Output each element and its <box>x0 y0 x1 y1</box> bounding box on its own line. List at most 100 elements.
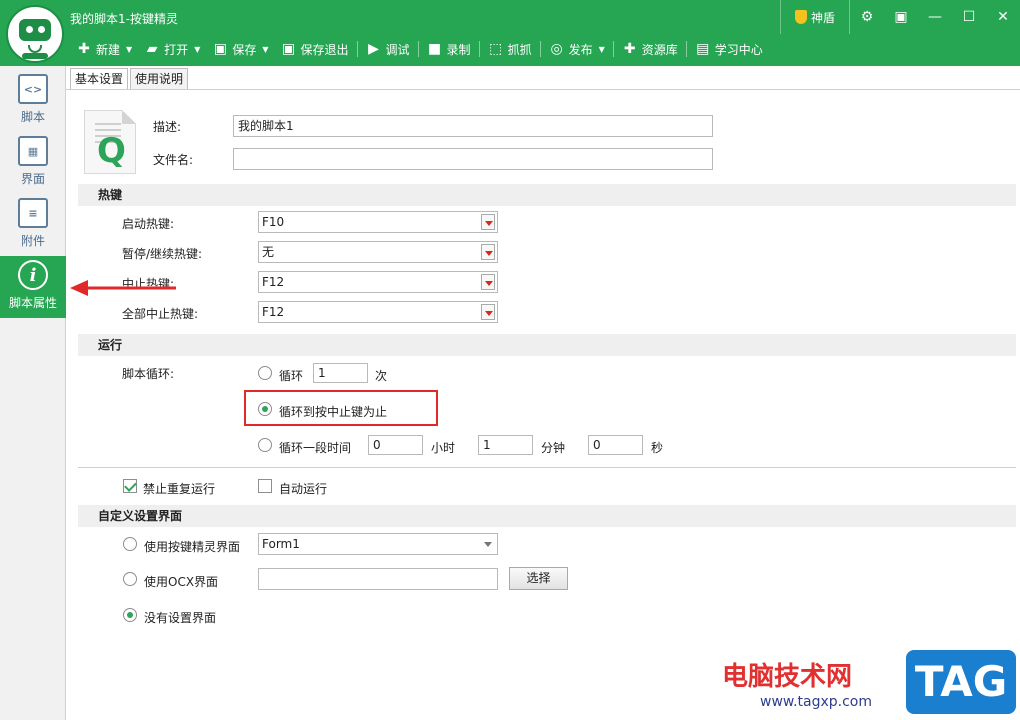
minutes-unit: 分钟 <box>541 441 566 455</box>
capture-label: 抓抓 <box>507 42 532 57</box>
tab-usage[interactable]: 使用说明 <box>130 68 189 90</box>
pause-hotkey-select[interactable]: 无 <box>258 241 498 263</box>
sidebar-item-label: 脚本 <box>20 110 45 124</box>
desc-input[interactable]: 我的脚本1 <box>233 115 713 137</box>
loop-duration-radio[interactable] <box>258 438 272 452</box>
app-logo <box>6 5 64 63</box>
minimize-icon[interactable]: — <box>918 0 952 34</box>
play-icon: ▶ <box>368 41 379 57</box>
toolbar-separator <box>356 41 358 57</box>
builtin-ui-label: 使用按键精灵界面 <box>144 540 241 554</box>
toolbar-separator <box>685 41 687 57</box>
info-icon: i <box>18 260 48 290</box>
dropdown-arrow-icon[interactable] <box>481 536 495 552</box>
resources-button[interactable]: ✚ 资源库 <box>616 38 684 60</box>
watermark-site: 电脑技术网 <box>722 662 853 692</box>
left-sidebar: <> 脚本 ▦ 界面 ≡ 附件 i 脚本属性 <box>0 66 66 720</box>
learning-label: 学习中心 <box>714 42 763 57</box>
watermark-badge: TAG <box>906 650 1016 714</box>
ocx-ui-label: 使用OCX界面 <box>144 575 219 589</box>
no-repeat-checkbox[interactable] <box>123 479 137 493</box>
ocx-ui-radio[interactable] <box>123 572 137 586</box>
dropdown-arrow-icon[interactable] <box>481 274 495 290</box>
no-ui-label: 没有设置界面 <box>144 611 217 625</box>
section-custom-ui: 自定义设置界面 <box>78 505 1016 527</box>
tab-bar: 基本设置 使用说明 <box>70 68 190 90</box>
loop-opt-label: 循环 <box>279 369 304 383</box>
sidebar-item-label: 界面 <box>20 172 45 186</box>
start-hotkey-select[interactable]: F10 <box>258 211 498 233</box>
new-button[interactable]: ✚ 新建 ▼ <box>70 38 138 60</box>
hours-input[interactable]: 0 <box>368 435 423 455</box>
dropdown-arrow-icon[interactable] <box>481 304 495 320</box>
camera-icon: ■ <box>427 41 442 57</box>
chevron-down-icon: ▼ <box>126 44 133 54</box>
close-icon[interactable]: ✕ <box>986 0 1020 34</box>
new-label: 新建 <box>96 42 121 57</box>
filename-input[interactable] <box>233 148 713 170</box>
save-exit-button[interactable]: ▣ 保存退出 <box>275 38 355 60</box>
publish-label: 发布 <box>568 42 593 57</box>
maximize-icon[interactable]: ☐ <box>952 0 986 34</box>
duration-label: 循环一段时间 <box>279 441 352 455</box>
title-bar: 我的脚本1-按键精灵 神盾 ⚙ ▣ — ☐ ✕ ✚ 新建 ▼ ▰ 打开 ▼ ▣ 保存 ▼ ▣… <box>0 0 1020 66</box>
save-label: 保存 <box>232 42 257 57</box>
stop-all-hotkey-label: 全部中止热键: <box>122 307 199 321</box>
save-exit-label: 保存退出 <box>300 42 349 57</box>
tab-divider <box>66 89 1020 90</box>
minutes-input[interactable]: 1 <box>478 435 533 455</box>
learning-button[interactable]: ▤ 学习中心 <box>689 38 769 60</box>
sidebar-item-layout[interactable]: ▦ 界面 <box>0 132 66 194</box>
dropdown-arrow-icon[interactable] <box>481 244 495 260</box>
auto-run-checkbox[interactable] <box>258 479 272 493</box>
plus-icon: ✚ <box>78 41 90 57</box>
sidebar-item-script[interactable]: <> 脚本 <box>0 70 66 132</box>
window-title: 我的脚本1-按键精灵 <box>70 12 178 26</box>
builtin-ui-radio[interactable] <box>123 537 137 551</box>
section-run: 运行 <box>78 334 1016 356</box>
save-button[interactable]: ▣ 保存 ▼ <box>206 38 274 60</box>
loop-count-input[interactable]: 1 <box>313 363 368 383</box>
tab-basic-settings[interactable]: 基本设置 <box>70 68 129 90</box>
gear-icon[interactable]: ⚙ <box>850 0 884 34</box>
divider <box>78 467 1016 468</box>
chevron-down-icon: ▼ <box>598 44 605 54</box>
annotation-arrow <box>70 280 176 296</box>
filename-label: 文件名: <box>153 153 194 167</box>
shield-button[interactable]: 神盾 <box>779 0 850 34</box>
chevron-down-icon: ▼ <box>194 44 201 54</box>
stop-all-hotkey-select[interactable]: F12 <box>258 301 498 323</box>
loop-count-radio[interactable] <box>258 366 272 380</box>
watermark-url: www.tagxp.com <box>760 694 872 710</box>
publish-button[interactable]: ◎ 发布 ▼ <box>543 38 611 60</box>
form-value: Form1 <box>262 537 300 551</box>
seconds-input[interactable]: 0 <box>588 435 643 455</box>
capture-button[interactable]: ⬚ 抓抓 <box>482 38 538 60</box>
folder-icon: ▰ <box>146 41 158 57</box>
no-ui-radio[interactable] <box>123 608 137 622</box>
open-button[interactable]: ▰ 打开 ▼ <box>138 38 206 60</box>
sidebar-item-attachment[interactable]: ≡ 附件 <box>0 194 66 256</box>
debug-label: 调试 <box>385 42 410 57</box>
shield-icon <box>794 10 807 24</box>
save-exit-icon: ▣ <box>281 41 296 57</box>
auto-run-label: 自动运行 <box>279 482 328 496</box>
pause-hotkey-label: 暂停/继续热键: <box>122 247 203 261</box>
no-repeat-label: 禁止重复运行 <box>143 482 216 496</box>
seconds-unit: 秒 <box>651 441 664 455</box>
dropdown-arrow-icon[interactable] <box>481 214 495 230</box>
record-button[interactable]: ■ 录制 <box>421 38 477 60</box>
stop-hotkey-value: F12 <box>262 275 285 289</box>
menu-icon[interactable]: ▣ <box>884 0 918 34</box>
ocx-input[interactable] <box>258 568 498 590</box>
chevron-down-icon: ▼ <box>262 44 269 54</box>
hours-unit: 小时 <box>431 441 456 455</box>
times-unit: 次 <box>375 369 388 383</box>
stop-hotkey-select[interactable]: F12 <box>258 271 498 293</box>
sidebar-item-properties[interactable]: i 脚本属性 <box>0 256 66 318</box>
toolbar-separator <box>539 41 541 57</box>
script-icon: <> <box>18 74 48 104</box>
choose-button[interactable]: 选择 <box>509 567 568 590</box>
debug-button[interactable]: ▶ 调试 <box>360 38 416 60</box>
form-select[interactable]: Form1 <box>258 533 498 555</box>
